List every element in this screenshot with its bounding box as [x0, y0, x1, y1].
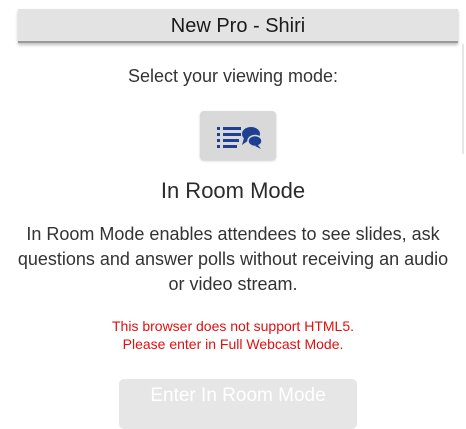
enter-in-room-mode-button[interactable]: Enter In Room Mode: [119, 379, 357, 429]
warning-line-2: Please enter in Full Webcast Mode.: [122, 336, 344, 352]
mode-title: In Room Mode: [160, 178, 306, 203]
edge-divider: [462, 44, 464, 154]
viewing-mode-prompt: Select your viewing mode:: [127, 66, 339, 86]
mode-description: In Room Mode enables attendees to see sl…: [17, 224, 449, 294]
html5-warning: This browser does not support HTML5. Ple…: [0, 317, 466, 353]
list-chat-icon: [217, 126, 263, 149]
warning-line-1: This browser does not support HTML5.: [112, 318, 354, 334]
header-bar: New Pro - Shiri: [18, 9, 458, 43]
in-room-mode-button[interactable]: [200, 111, 276, 160]
page-title: New Pro - Shiri: [170, 14, 306, 37]
